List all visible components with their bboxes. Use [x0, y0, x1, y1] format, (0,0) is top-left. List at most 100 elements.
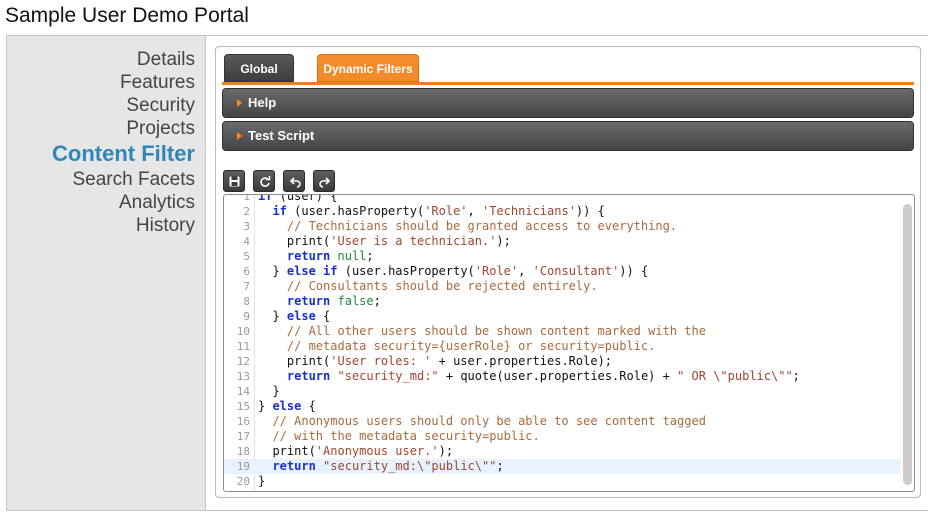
undo-button[interactable] — [283, 170, 305, 192]
page-title: Sample User Demo Portal — [5, 4, 249, 27]
portal-frame: Details Features Security Projects Conte… — [6, 35, 928, 511]
line-number: 18 — [236, 445, 250, 458]
line-number: 10 — [236, 325, 250, 338]
code-text: // All other users should be shown conte… — [258, 324, 706, 339]
code-token: (user.hasProperty( — [286, 204, 425, 218]
code-token: (user.hasProperty( — [337, 264, 475, 278]
code-token: else — [286, 264, 316, 278]
code-line: 11 // metadata security={userRole} or se… — [224, 339, 900, 354]
line-number: 14 — [236, 385, 250, 398]
code-token: return — [286, 249, 331, 263]
code-token: else — [286, 309, 316, 323]
code-text: // Technicians should be granted access … — [258, 219, 677, 234]
code-line: 14 } — [224, 384, 900, 399]
line-number: 15 — [236, 400, 250, 413]
code-token: print( — [258, 354, 331, 368]
code-line: 2 if (user.hasProperty('Role', 'Technici… — [224, 204, 900, 219]
code-token: 'Technicians' — [482, 204, 576, 218]
code-token: } — [258, 309, 287, 323]
code-text: print('User is a technician.'); — [258, 234, 511, 249]
code-token: } — [258, 384, 280, 398]
refresh-icon — [260, 176, 271, 187]
save-button[interactable] — [223, 170, 245, 192]
line-number: 16 — [236, 415, 250, 428]
code-text: print('Anonymous user.'); — [258, 444, 453, 459]
code-token: { — [315, 309, 331, 323]
code-line: 13 return "security_md:" + quote(user.pr… — [224, 369, 900, 384]
tab-dynamic-filters[interactable]: Dynamic Filters — [317, 54, 419, 82]
code-token: } — [258, 399, 273, 413]
code-text: // with the metadata security=public. — [258, 429, 540, 444]
code-text: if (user.hasProperty('Role', 'Technician… — [258, 204, 604, 219]
script-editor[interactable]: 1 if (user) {2 if (user.hasProperty('Role… — [223, 194, 915, 492]
sidebar-item-analytics[interactable]: Analytics — [7, 191, 195, 214]
code-text: return null; — [258, 249, 374, 264]
code-token: return — [272, 459, 316, 473]
code-token: + quote(user.properties.Role) + — [438, 369, 678, 383]
code-text: } else if (user.hasProperty('Role', 'Con… — [258, 264, 648, 279]
code-line: 8 return false; — [224, 294, 900, 309]
sidebar-item-projects[interactable]: Projects — [7, 117, 195, 140]
undo-icon — [289, 177, 301, 188]
sidebar-item-search-facets[interactable]: Search Facets — [7, 168, 196, 191]
code-token: return — [286, 369, 331, 383]
sidebar-item-content-filter[interactable]: Content Filter — [7, 141, 195, 167]
help-accordion[interactable]: Help — [222, 88, 914, 118]
code-token: " OR \"public\"" — [677, 369, 793, 383]
redo-icon — [319, 177, 331, 188]
code-token: print( — [258, 444, 316, 458]
code-line: 17 // with the metadata security=public. — [224, 429, 900, 444]
editor-scrollbar[interactable] — [903, 204, 912, 485]
help-accordion-label: Help — [248, 95, 277, 110]
line-number: 2 — [243, 205, 250, 218]
code-token: 'Role' — [474, 264, 519, 278]
code-line: 20} — [224, 474, 900, 489]
line-number: 12 — [236, 355, 250, 368]
code-token: // Anonymous users should only be able t… — [258, 414, 706, 428]
code-line: 19 return "security_md:\"public\""; — [224, 459, 900, 474]
main-panel: Global Filters Dynamic Filters Help Test… — [205, 36, 928, 510]
code-token: print( — [258, 234, 331, 248]
sidebar-nav: Details Features Security Projects Conte… — [7, 48, 195, 237]
code-text: print('User roles: ' + user.properties.R… — [258, 354, 612, 369]
code-token: 'Role' — [424, 204, 468, 218]
code-text: // Anonymous users should only be able t… — [258, 414, 706, 429]
code-token: return — [286, 294, 331, 308]
code-token: // with the metadata security=public. — [258, 429, 540, 443]
code-token: ; — [366, 249, 374, 263]
code-line: 18 print('Anonymous user.'); — [224, 444, 900, 459]
code-lines: 1 if (user) {2 if (user.hasProperty('Role… — [224, 194, 900, 489]
code-line: 6 } else if (user.hasProperty('Role', 'C… — [224, 264, 900, 279]
code-line: 5 return null; — [224, 249, 900, 264]
code-token: , — [518, 264, 533, 278]
code-text: } else { — [258, 309, 330, 324]
code-line: 3 // Technicians should be granted acces… — [224, 219, 900, 234]
code-text: return false; — [258, 294, 381, 309]
code-text: return "security_md:" + quote(user.prope… — [258, 369, 800, 384]
code-token: if — [323, 264, 338, 278]
refresh-button[interactable] — [253, 170, 275, 192]
line-number: 17 — [236, 430, 250, 443]
code-token: ; — [496, 459, 504, 473]
line-number: 1 — [243, 194, 250, 203]
tab-global-filters[interactable]: Global Filters — [224, 54, 294, 104]
sidebar-item-features[interactable]: Features — [7, 71, 195, 94]
sidebar-item-details[interactable]: Details — [7, 48, 195, 71]
code-token: 'User roles: ' — [330, 354, 432, 368]
code-text: } — [258, 384, 280, 399]
line-number: 5 — [243, 250, 250, 263]
sidebar-item-history[interactable]: History — [7, 214, 195, 237]
code-token: false — [337, 294, 374, 308]
line-number: 3 — [243, 220, 250, 233]
line-number: 6 — [243, 265, 250, 278]
redo-button[interactable] — [313, 170, 335, 192]
code-token: null — [337, 249, 367, 263]
test-script-accordion[interactable]: Test Script — [222, 121, 914, 151]
line-number: 9 — [243, 310, 250, 323]
code-token: ; — [373, 294, 381, 308]
sidebar-item-security[interactable]: Security — [7, 94, 195, 117]
